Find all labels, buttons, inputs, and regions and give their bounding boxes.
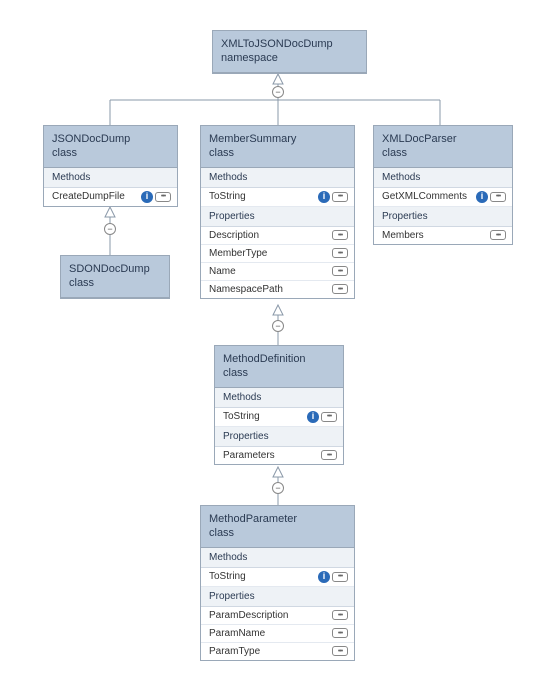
property-row[interactable]: Members •••	[374, 227, 512, 244]
class-method-parameter[interactable]: MethodParameter class Methods ToString i…	[200, 505, 355, 661]
property-name: ParamDescription	[209, 610, 332, 621]
class-title: MethodDefinition class	[215, 346, 343, 388]
property-glyph-icon[interactable]: •••	[332, 266, 348, 276]
class-title: XMLDocParser class	[374, 126, 512, 168]
class-kind: class	[69, 277, 94, 289]
property-name: Description	[209, 230, 332, 241]
class-name: MethodDefinition	[223, 353, 306, 365]
property-row[interactable]: NamespacePath •••	[201, 281, 354, 298]
method-name: GetXMLComments	[382, 191, 476, 202]
class-title: MemberSummary class	[201, 126, 354, 168]
properties-header: Properties	[201, 207, 354, 227]
properties-header: Properties	[374, 207, 512, 227]
namespace-box[interactable]: XMLToJSONDocDump namespace	[212, 30, 367, 74]
property-name: Parameters	[223, 450, 321, 461]
class-xml-doc-parser[interactable]: XMLDocParser class Methods GetXMLComment…	[373, 125, 513, 245]
property-row[interactable]: MemberType •••	[201, 245, 354, 263]
properties-header: Properties	[215, 427, 343, 447]
namespace-title: XMLToJSONDocDump namespace	[213, 31, 366, 73]
info-icon[interactable]: i	[318, 571, 330, 583]
method-name: ToString	[209, 191, 318, 202]
class-title: MethodParameter class	[201, 506, 354, 548]
property-glyph-icon[interactable]: •••	[332, 572, 348, 582]
property-glyph-icon[interactable]: •••	[332, 192, 348, 202]
method-name: ToString	[223, 411, 307, 422]
property-row[interactable]: ParamName •••	[201, 625, 354, 643]
methods-header: Methods	[201, 548, 354, 568]
method-row[interactable]: ToString i •••	[201, 188, 354, 207]
property-glyph-icon[interactable]: •••	[332, 646, 348, 656]
property-glyph-icon[interactable]: •••	[332, 248, 348, 258]
collapse-toggle[interactable]: −	[104, 223, 116, 235]
property-glyph-icon[interactable]: •••	[490, 192, 506, 202]
methods-header: Methods	[215, 388, 343, 408]
property-row[interactable]: ParamType •••	[201, 643, 354, 660]
info-icon[interactable]: i	[318, 191, 330, 203]
collapse-toggle[interactable]: −	[272, 482, 284, 494]
property-name: MemberType	[209, 248, 332, 259]
collapse-toggle[interactable]: −	[272, 86, 284, 98]
methods-header: Methods	[44, 168, 177, 188]
methods-header: Methods	[374, 168, 512, 188]
property-glyph-icon[interactable]: •••	[332, 284, 348, 294]
class-name: JSONDocDump	[52, 133, 130, 145]
property-glyph-icon[interactable]: •••	[321, 412, 337, 422]
method-row[interactable]: ToString i •••	[215, 408, 343, 427]
class-kind: class	[52, 147, 77, 159]
properties-header: Properties	[201, 587, 354, 607]
method-name: CreateDumpFile	[52, 191, 141, 202]
property-name: NamespacePath	[209, 284, 332, 295]
info-icon[interactable]: i	[307, 411, 319, 423]
class-kind: class	[223, 367, 248, 379]
info-icon[interactable]: i	[476, 191, 488, 203]
class-kind: class	[209, 147, 234, 159]
property-row[interactable]: Name •••	[201, 263, 354, 281]
property-glyph-icon[interactable]: •••	[321, 450, 337, 460]
property-row[interactable]: ParamDescription •••	[201, 607, 354, 625]
class-sdon-doc-dump[interactable]: SDONDocDump class	[60, 255, 170, 299]
class-name: SDONDocDump	[69, 263, 150, 275]
namespace-name: XMLToJSONDocDump	[221, 38, 333, 50]
property-row[interactable]: Parameters •••	[215, 447, 343, 464]
class-name: XMLDocParser	[382, 133, 457, 145]
class-kind: class	[382, 147, 407, 159]
property-name: ParamName	[209, 628, 332, 639]
class-kind: class	[209, 527, 234, 539]
property-glyph-icon[interactable]: •••	[332, 610, 348, 620]
info-icon[interactable]: i	[141, 191, 153, 203]
property-glyph-icon[interactable]: •••	[155, 192, 171, 202]
property-name: Name	[209, 266, 332, 277]
class-name: MethodParameter	[209, 513, 297, 525]
class-title: JSONDocDump class	[44, 126, 177, 168]
methods-header: Methods	[201, 168, 354, 188]
class-member-summary[interactable]: MemberSummary class Methods ToString i •…	[200, 125, 355, 299]
class-json-doc-dump[interactable]: JSONDocDump class Methods CreateDumpFile…	[43, 125, 178, 207]
method-row[interactable]: CreateDumpFile i •••	[44, 188, 177, 206]
collapse-toggle[interactable]: −	[272, 320, 284, 332]
property-glyph-icon[interactable]: •••	[332, 628, 348, 638]
method-name: ToString	[209, 571, 318, 582]
method-row[interactable]: GetXMLComments i •••	[374, 188, 512, 207]
namespace-kind: namespace	[221, 52, 278, 64]
class-title: SDONDocDump class	[61, 256, 169, 298]
class-name: MemberSummary	[209, 133, 296, 145]
class-method-definition[interactable]: MethodDefinition class Methods ToString …	[214, 345, 344, 465]
property-name: ParamType	[209, 646, 332, 657]
property-row[interactable]: Description •••	[201, 227, 354, 245]
method-row[interactable]: ToString i •••	[201, 568, 354, 587]
property-glyph-icon[interactable]: •••	[490, 230, 506, 240]
property-glyph-icon[interactable]: •••	[332, 230, 348, 240]
property-name: Members	[382, 230, 490, 241]
